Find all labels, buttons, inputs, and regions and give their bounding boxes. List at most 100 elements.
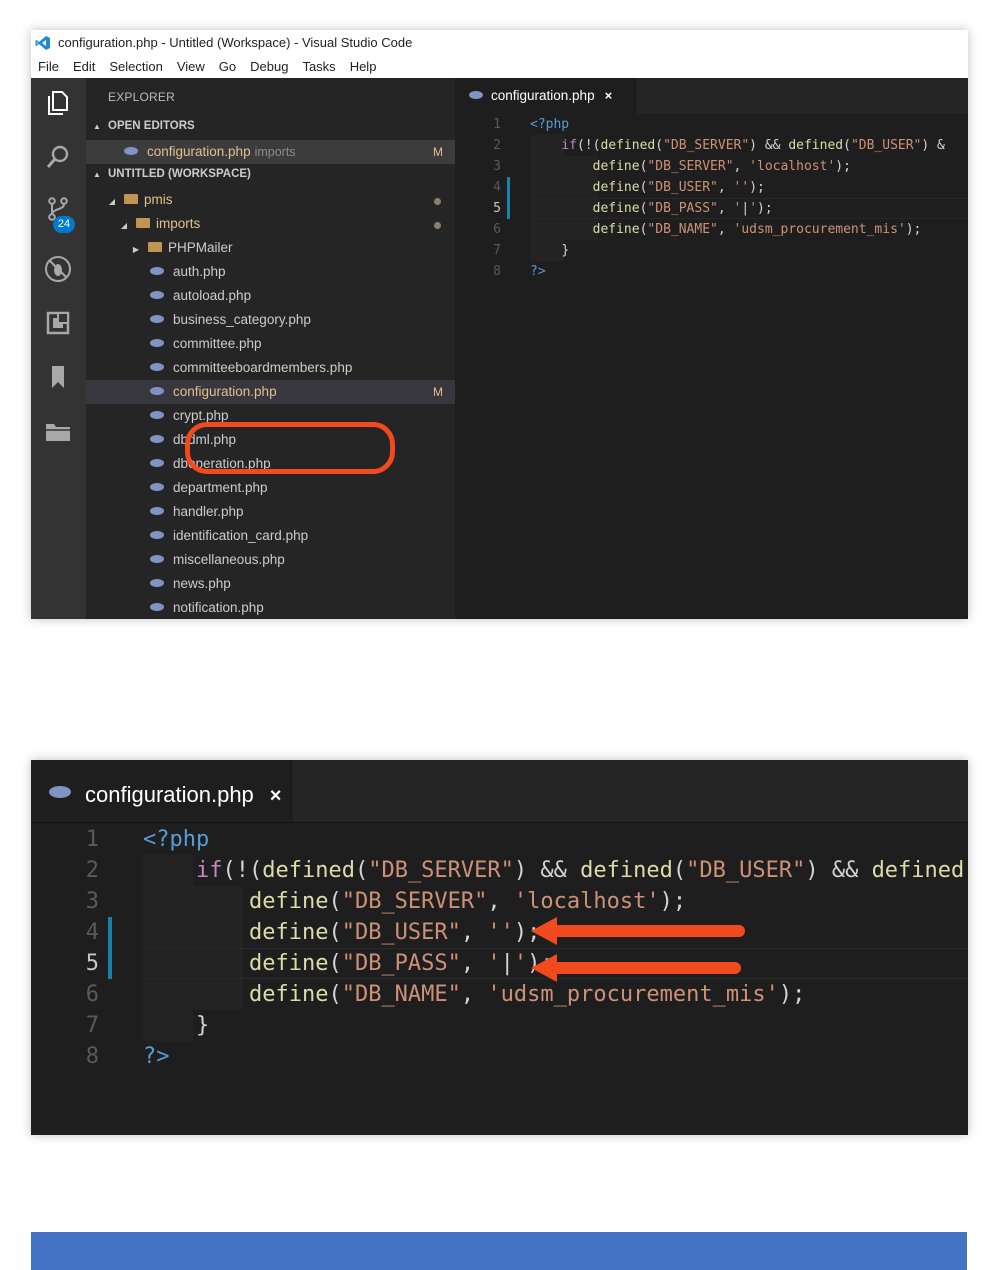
modified-status: M bbox=[433, 145, 443, 159]
line-number: 1 bbox=[85, 827, 99, 852]
code-line: define("DB_PASS", '|'); bbox=[592, 201, 773, 216]
tab-configuration-php[interactable]: configuration.php × bbox=[455, 78, 637, 114]
file-item[interactable]: autoload.php bbox=[86, 284, 455, 308]
php-file-icon bbox=[150, 363, 164, 372]
code-line: define("DB_USER", ''); bbox=[248, 920, 541, 945]
code-line: define("DB_NAME", 'udsm_procurement_mis'… bbox=[592, 222, 922, 237]
line-number: 7 bbox=[493, 243, 501, 258]
extensions-icon[interactable] bbox=[43, 308, 73, 338]
editor-pane: configuration.php × 1 2 3 4 5 6 7 8 <?php… bbox=[455, 78, 968, 619]
expanded-triangle-icon: ◢ bbox=[120, 221, 128, 230]
file-item[interactable]: news.php bbox=[86, 572, 455, 596]
git-modified-gutter bbox=[108, 917, 112, 979]
file-item[interactable]: identification_card.php bbox=[86, 524, 455, 548]
debug-icon[interactable] bbox=[43, 254, 73, 284]
folder-icon bbox=[148, 242, 162, 253]
folder-icon bbox=[124, 194, 138, 205]
php-file-icon bbox=[124, 147, 138, 156]
menu-debug[interactable]: Debug bbox=[243, 59, 295, 74]
code-editor[interactable]: 1 2 3 4 5 6 7 8 <?php if(!(defined("DB_S… bbox=[455, 114, 968, 619]
code-editor[interactable]: 1 2 3 4 5 6 7 8 <?php if(!(defined("DB_S… bbox=[31, 824, 968, 1135]
folder-imports[interactable]: ◢ imports bbox=[86, 212, 455, 236]
footer-bar bbox=[31, 1232, 967, 1270]
line-number: 3 bbox=[85, 889, 99, 914]
modified-dot bbox=[434, 222, 441, 229]
menu-view[interactable]: View bbox=[170, 59, 212, 74]
file-item[interactable]: committee.php bbox=[86, 332, 455, 356]
line-number: 7 bbox=[85, 1013, 99, 1038]
source-control-badge: 24 bbox=[53, 216, 75, 233]
php-file-icon bbox=[150, 579, 164, 588]
line-number: 4 bbox=[85, 920, 99, 945]
code-line: define("DB_SERVER", 'localhost'); bbox=[248, 889, 687, 914]
code-line: } bbox=[195, 1013, 210, 1038]
folder-icon bbox=[136, 218, 150, 229]
code-line: define("DB_USER", ''); bbox=[592, 180, 765, 195]
file-item[interactable]: notification.php bbox=[86, 596, 455, 619]
file-item-selected[interactable]: configuration.php M bbox=[86, 380, 455, 404]
title-bar: configuration.php - Untitled (Workspace)… bbox=[31, 30, 968, 55]
annotation-arrow-db-user bbox=[551, 925, 745, 937]
file-item[interactable]: department.php bbox=[86, 476, 455, 500]
menu-file[interactable]: File bbox=[31, 59, 66, 74]
explorer-sidebar: EXPLORER ▲ OPEN EDITORS configuration.php… bbox=[86, 78, 455, 619]
php-file-icon bbox=[150, 387, 164, 396]
menu-tasks[interactable]: Tasks bbox=[295, 59, 342, 74]
code-line: ?> bbox=[530, 264, 546, 279]
php-file-icon bbox=[150, 507, 164, 516]
code-line: if(!(defined("DB_SERVER") && defined("DB… bbox=[195, 858, 968, 883]
annotation-circle bbox=[185, 422, 395, 474]
close-icon[interactable]: × bbox=[270, 785, 282, 807]
modified-dot bbox=[434, 198, 441, 205]
line-number: 2 bbox=[85, 858, 99, 883]
php-file-icon bbox=[150, 315, 164, 324]
modified-status: M bbox=[433, 385, 443, 399]
open-editors-header[interactable]: ▲ OPEN EDITORS bbox=[86, 115, 455, 138]
menu-selection[interactable]: Selection bbox=[102, 59, 169, 74]
code-line: define("DB_SERVER", 'localhost'); bbox=[592, 159, 851, 174]
file-item[interactable]: miscellaneous.php bbox=[86, 548, 455, 572]
bookmark-icon[interactable] bbox=[43, 362, 73, 392]
folder-phpmailer[interactable]: ▶ PHPMailer bbox=[86, 236, 455, 260]
vscode-logo-icon bbox=[34, 35, 52, 51]
line-number: 4 bbox=[493, 180, 501, 195]
line-number: 2 bbox=[493, 138, 501, 153]
line-number: 6 bbox=[85, 982, 99, 1007]
php-file-icon bbox=[469, 91, 483, 100]
expanded-triangle-icon: ◢ bbox=[108, 197, 116, 206]
activity-bar: 24 bbox=[31, 78, 86, 619]
close-icon[interactable]: × bbox=[605, 88, 613, 103]
tab-configuration-php[interactable]: configuration.php × bbox=[31, 760, 293, 822]
collapse-triangle-icon: ▲ bbox=[93, 170, 101, 179]
menu-help[interactable]: Help bbox=[343, 59, 384, 74]
line-number: 5 bbox=[493, 201, 501, 216]
menu-edit[interactable]: Edit bbox=[66, 59, 102, 74]
php-file-icon bbox=[150, 531, 164, 540]
php-file-icon bbox=[150, 459, 164, 468]
open-editor-item[interactable]: configuration.php imports M bbox=[86, 140, 455, 164]
file-item[interactable]: business_category.php bbox=[86, 308, 455, 332]
zoomed-editor-screenshot: configuration.php × 1 2 3 4 5 6 7 8 <?php… bbox=[31, 760, 968, 1135]
php-file-icon bbox=[150, 411, 164, 420]
file-item[interactable]: auth.php bbox=[86, 260, 455, 284]
collapse-triangle-icon: ▲ bbox=[93, 122, 101, 131]
folder-pmis[interactable]: ◢ pmis bbox=[86, 188, 455, 212]
search-icon[interactable] bbox=[43, 142, 73, 172]
php-file-icon bbox=[150, 483, 164, 492]
file-item[interactable]: committeeboardmembers.php bbox=[86, 356, 455, 380]
code-line: } bbox=[561, 243, 570, 258]
code-line: define("DB_NAME", 'udsm_procurement_mis'… bbox=[248, 982, 806, 1007]
menu-go[interactable]: Go bbox=[212, 59, 243, 74]
collapsed-triangle-icon: ▶ bbox=[132, 245, 140, 254]
code-line: <?php bbox=[530, 117, 570, 132]
php-file-icon bbox=[150, 435, 164, 444]
project-manager-icon[interactable] bbox=[43, 416, 73, 446]
file-item[interactable]: handler.php bbox=[86, 500, 455, 524]
code-line: ?> bbox=[143, 1044, 170, 1069]
php-file-icon bbox=[150, 291, 164, 300]
explorer-files-icon[interactable] bbox=[43, 88, 73, 118]
tab-bar: configuration.php × bbox=[455, 78, 968, 114]
window-title: configuration.php - Untitled (Workspace)… bbox=[58, 35, 413, 50]
workspace-header[interactable]: ▲ UNTITLED (WORKSPACE) bbox=[86, 163, 455, 186]
code-line: define("DB_PASS", '|'); bbox=[248, 951, 554, 976]
